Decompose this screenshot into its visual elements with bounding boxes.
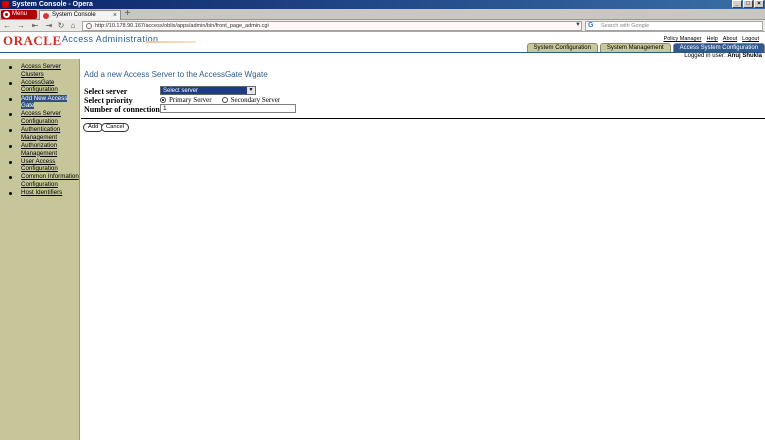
- forward-icon[interactable]: →: [16, 21, 26, 31]
- system-tabs: System Configuration System Management A…: [525, 43, 765, 52]
- select-priority-label: Select priority: [84, 96, 133, 105]
- tab-system-management[interactable]: System Management: [599, 43, 671, 52]
- address-dropdown-icon[interactable]: ▼: [574, 21, 582, 29]
- browser-tab-active[interactable]: System Console ×: [39, 10, 121, 20]
- connections-input[interactable]: 1: [160, 104, 296, 113]
- menu-label: Menu: [12, 11, 28, 17]
- sidebar-item-access-server-clusters: Access Server Clusters: [8, 63, 79, 78]
- tab-system-configuration[interactable]: System Configuration: [526, 43, 598, 52]
- google-search-icon: G: [588, 22, 594, 29]
- address-url: http://10.178.90.167/access/oblix/apps/a…: [95, 23, 269, 29]
- window-titlebar: System Console - Opera _ □ ×: [0, 0, 765, 9]
- about-link[interactable]: About: [723, 36, 737, 42]
- chevron-down-icon[interactable]: ▼: [247, 87, 255, 94]
- fast-forward-icon[interactable]: ⇥: [44, 21, 54, 31]
- tab-title: System Console: [52, 12, 96, 18]
- sidebar-link[interactable]: AccessGate Configuration: [21, 79, 58, 94]
- browser-tab-bar: Menu System Console × +: [0, 9, 765, 20]
- sidebar-list: Access Server Clusters AccessGate Config…: [8, 63, 79, 197]
- sidebar-item-accessgate-configuration: AccessGate Configuration: [8, 79, 79, 94]
- site-info-icon[interactable]: [86, 23, 92, 29]
- page-title: Add a new Access Server to the AccessGat…: [84, 70, 268, 79]
- sidebar-link[interactable]: Host Identifiers: [21, 189, 62, 196]
- close-icon[interactable]: ×: [754, 0, 764, 8]
- secondary-server-label: Secondary Server: [230, 96, 281, 104]
- header-links: Policy Manager Help About Logout: [664, 36, 759, 42]
- cancel-button[interactable]: Cancel: [101, 123, 130, 132]
- header-divider: [0, 52, 765, 53]
- sidebar-item-common-information-configuration: Common Information Configuration: [8, 173, 79, 188]
- sidebar-link[interactable]: Authentication Management: [21, 126, 60, 141]
- primary-server-radio[interactable]: [160, 97, 166, 103]
- opera-app-icon: [2, 1, 9, 8]
- title-decoration: [146, 41, 196, 43]
- sidebar: Access Server Clusters AccessGate Config…: [0, 59, 80, 440]
- help-link[interactable]: Help: [706, 36, 717, 42]
- sidebar-item-authentication-management: Authentication Management: [8, 126, 79, 141]
- address-field[interactable]: http://10.178.90.167/access/oblix/apps/a…: [82, 21, 582, 31]
- search-input[interactable]: G Search with Google: [585, 21, 763, 31]
- app-title: Access Administration: [62, 34, 159, 44]
- sidebar-link[interactable]: Common Information Configuration: [21, 173, 79, 188]
- sidebar-link[interactable]: Add New Access Gate: [21, 94, 68, 110]
- rewind-icon[interactable]: ⇤: [30, 21, 40, 31]
- secondary-server-radio[interactable]: [221, 97, 228, 103]
- sidebar-link[interactable]: Access Server Clusters: [21, 63, 61, 78]
- select-server-label: Select server: [84, 87, 128, 96]
- reload-icon[interactable]: ↻: [56, 21, 66, 31]
- primary-server-label: Primary Server: [169, 96, 212, 104]
- maximize-icon[interactable]: □: [743, 0, 753, 8]
- window-controls: _ □ ×: [732, 0, 764, 8]
- logout-link[interactable]: Logout: [742, 36, 759, 42]
- window-title: System Console - Opera: [12, 1, 93, 8]
- policy-manager-link[interactable]: Policy Manager: [664, 36, 702, 42]
- home-icon[interactable]: ⌂: [68, 21, 78, 31]
- sidebar-item-host-identifiers: Host Identifiers: [8, 189, 79, 197]
- favicon-icon: [43, 13, 49, 19]
- back-icon[interactable]: ←: [2, 21, 12, 31]
- sidebar-item-add-new-access-gate: Add New Access Gate: [8, 94, 79, 110]
- connections-label: Number of connections: [84, 105, 163, 114]
- form-divider: [81, 118, 765, 119]
- tab-access-system-configuration[interactable]: Access System Configuration: [672, 43, 765, 52]
- sidebar-item-user-access-configuration: User Access Configuration: [8, 158, 79, 173]
- sidebar-link[interactable]: Access Server Configuration: [21, 110, 61, 125]
- opera-logo-icon: [3, 11, 10, 18]
- sidebar-link[interactable]: User Access Configuration: [21, 158, 58, 173]
- new-tab-button[interactable]: +: [123, 9, 132, 19]
- opera-menu-button[interactable]: Menu: [1, 10, 37, 19]
- select-server-value: Select server: [163, 88, 199, 94]
- search-placeholder: Search with Google: [601, 23, 649, 29]
- oracle-logo: ORACLE: [3, 33, 62, 48]
- tab-close-icon[interactable]: ×: [113, 11, 117, 20]
- select-server-dropdown[interactable]: Select server ▼: [160, 86, 256, 95]
- sidebar-link[interactable]: Authorization Management: [21, 142, 57, 157]
- minimize-icon[interactable]: _: [732, 0, 742, 8]
- sidebar-item-authorization-management: Authorization Management: [8, 142, 79, 157]
- sidebar-item-access-server-configuration: Access Server Configuration: [8, 110, 79, 125]
- main-content: Add a new Access Server to the AccessGat…: [81, 59, 765, 440]
- priority-radio-group: Primary Server Secondary Server: [160, 96, 287, 104]
- browser-toolbar: ← → ⇤ ⇥ ↻ ⌂ http://10.178.90.167/access/…: [0, 20, 765, 32]
